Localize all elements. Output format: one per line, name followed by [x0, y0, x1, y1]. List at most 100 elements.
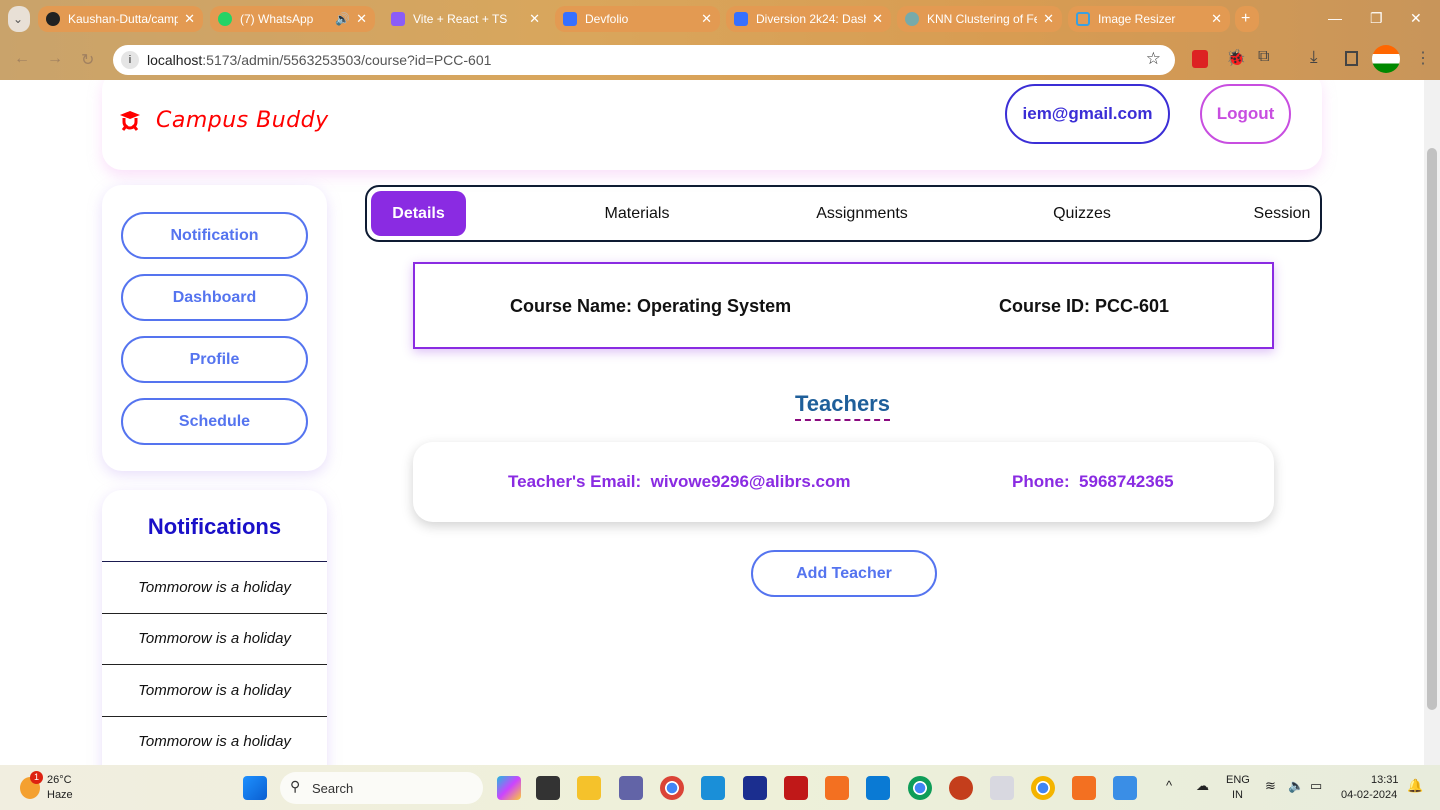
snipping-tool-icon[interactable] — [990, 776, 1014, 800]
taskbar-search[interactable]: ⚲ Search — [280, 772, 483, 804]
download-icon[interactable]: ⤓ — [1310, 47, 1318, 67]
clock-time[interactable]: 13:31 — [1371, 773, 1399, 787]
weather-desc: Haze — [47, 789, 73, 801]
site-info-icon[interactable]: i — [121, 51, 139, 69]
teams-icon[interactable] — [619, 776, 643, 800]
brand-name: Campus Buddy — [156, 108, 329, 133]
teacher-email: Teacher's Email: wivowe9296@alibrs.com — [508, 472, 851, 491]
bell-icon[interactable]: 🔔 — [1407, 779, 1423, 793]
q-app-icon[interactable] — [1072, 776, 1096, 800]
mcafee-icon[interactable] — [784, 776, 808, 800]
bug-extension-icon[interactable]: 🐞 — [1226, 48, 1246, 68]
powerpoint-icon[interactable] — [949, 776, 973, 800]
chrome-icon[interactable] — [1031, 776, 1055, 800]
close-icon[interactable]: ✕ — [872, 11, 883, 27]
minimize-button[interactable]: — — [1328, 10, 1342, 26]
close-icon[interactable]: ✕ — [701, 11, 712, 27]
clock-date[interactable]: 04-02-2024 — [1341, 788, 1397, 802]
file-explorer-icon[interactable] — [577, 776, 601, 800]
github-icon — [46, 12, 60, 26]
course-id: Course ID: PCC-601 — [999, 296, 1170, 316]
bookmark-star-icon[interactable]: ☆ — [1146, 49, 1161, 69]
side-panel-icon[interactable] — [1345, 51, 1358, 66]
vite-icon — [391, 12, 405, 26]
close-icon[interactable]: ✕ — [1211, 11, 1222, 27]
page: Campus Buddy iem@gmail.com Logout Notifi… — [0, 80, 1424, 765]
tab-details[interactable]: Details — [371, 191, 466, 236]
image-icon — [1076, 12, 1090, 26]
tab-session[interactable]: Session — [1242, 191, 1322, 236]
q-app-icon[interactable] — [825, 776, 849, 800]
close-icon[interactable]: ✕ — [184, 11, 195, 27]
notification-item: Tommorow is a holiday — [102, 614, 327, 665]
teacher-card: Teacher's Email: wivowe9296@alibrs.com P… — [413, 442, 1274, 522]
battery-icon[interactable]: ▭ — [1310, 779, 1322, 793]
browser-tab[interactable]: Devfolio ✕ — [555, 6, 720, 32]
notepad-icon[interactable] — [1113, 776, 1137, 800]
onedrive-icon[interactable]: ☁ — [1196, 779, 1209, 793]
windows-start-icon[interactable] — [243, 776, 267, 800]
menu-icon[interactable]: ⋮ — [1415, 48, 1431, 68]
devfolio-icon — [563, 12, 577, 26]
graduation-cap-icon — [120, 110, 140, 131]
close-icon[interactable]: ✕ — [529, 11, 540, 27]
scrollbar[interactable] — [1424, 80, 1440, 765]
l-app-icon[interactable] — [743, 776, 767, 800]
mail-icon[interactable] — [701, 776, 725, 800]
close-icon[interactable]: ✕ — [356, 11, 367, 27]
sidebar-item-dashboard[interactable]: Dashboard — [121, 274, 308, 321]
tab-assignments[interactable]: Assignments — [797, 191, 927, 236]
close-window-button[interactable]: ✕ — [1410, 10, 1422, 27]
vscode-icon[interactable] — [866, 776, 890, 800]
header: Campus Buddy iem@gmail.com Logout — [102, 80, 1322, 170]
sidebar-item-notification[interactable]: Notification — [121, 212, 308, 259]
reload-icon[interactable]: ↻ — [81, 50, 94, 70]
close-icon[interactable]: ✕ — [1043, 11, 1054, 27]
notification-item: Tommorow is a holiday — [102, 665, 327, 717]
tab-search-button[interactable]: ⌄ — [8, 6, 30, 32]
whatsapp-icon — [218, 12, 232, 26]
extensions-puzzle-icon[interactable]: ⧉ — [1258, 48, 1269, 66]
browser-tab[interactable]: Kaushan-Dutta/camp ✕ — [38, 6, 203, 32]
volume-icon[interactable]: 🔈 — [1288, 779, 1304, 793]
browser-tab[interactable]: Image Resizer ✕ — [1068, 6, 1230, 32]
search-icon: ⚲ — [290, 778, 301, 794]
weather-temp: 26°C — [47, 774, 72, 786]
chrome-icon[interactable] — [908, 776, 932, 800]
browser-tab[interactable]: KNN Clustering of Fe ✕ — [897, 6, 1062, 32]
forward-icon[interactable]: → — [47, 50, 63, 68]
tab-materials[interactable]: Materials — [587, 191, 687, 236]
sidebar-item-profile[interactable]: Profile — [121, 336, 308, 383]
teachers-heading: Teachers — [795, 391, 890, 421]
brand-logo[interactable]: Campus Buddy — [118, 108, 329, 133]
add-teacher-button[interactable]: Add Teacher — [751, 550, 937, 597]
browser-tab[interactable]: Diversion 2k24: Dash ✕ — [726, 6, 891, 32]
language-indicator[interactable]: ENG — [1226, 773, 1250, 787]
logout-button[interactable]: Logout — [1200, 84, 1291, 144]
speaker-icon[interactable]: 🔊 — [335, 12, 350, 26]
tab-quizzes[interactable]: Quizzes — [1037, 191, 1127, 236]
copilot-icon[interactable] — [497, 776, 521, 800]
notifications-title: Notifications — [102, 490, 327, 562]
sidebar-item-schedule[interactable]: Schedule — [121, 398, 308, 445]
address-bar[interactable]: i localhost:5173/admin/5563253503/course… — [113, 45, 1175, 75]
user-email-button[interactable]: iem@gmail.com — [1005, 84, 1170, 144]
extension-icon[interactable] — [1192, 50, 1208, 68]
taskbar: 1 26°C Haze ⚲ Search ^ ☁ ENG IN ≋ 🔈 ▭ 13:… — [0, 765, 1440, 810]
scrollbar-thumb[interactable] — [1427, 148, 1437, 710]
avatar[interactable] — [1372, 45, 1400, 73]
new-tab-button[interactable]: + — [1235, 6, 1259, 32]
notification-badge: 1 — [30, 771, 43, 784]
browser-tab[interactable]: Vite + React + TS ✕ — [383, 6, 548, 32]
task-view-icon[interactable] — [536, 776, 560, 800]
course-name: Course Name: Operating System — [510, 296, 792, 316]
chevron-up-icon[interactable]: ^ — [1166, 779, 1172, 793]
course-details-box: Course Name: Operating System Course ID:… — [413, 262, 1274, 349]
back-icon[interactable]: ← — [14, 50, 30, 68]
wifi-icon[interactable]: ≋ — [1265, 779, 1276, 793]
restore-button[interactable]: ❐ — [1370, 10, 1383, 27]
chrome-icon[interactable] — [660, 776, 684, 800]
course-tabs: Details Materials Assignments Quizzes Se… — [365, 185, 1322, 242]
browser-tab[interactable]: (7) WhatsApp 🔊 ✕ — [210, 6, 375, 32]
teacher-phone: Phone: 5968742365 — [1012, 472, 1174, 491]
